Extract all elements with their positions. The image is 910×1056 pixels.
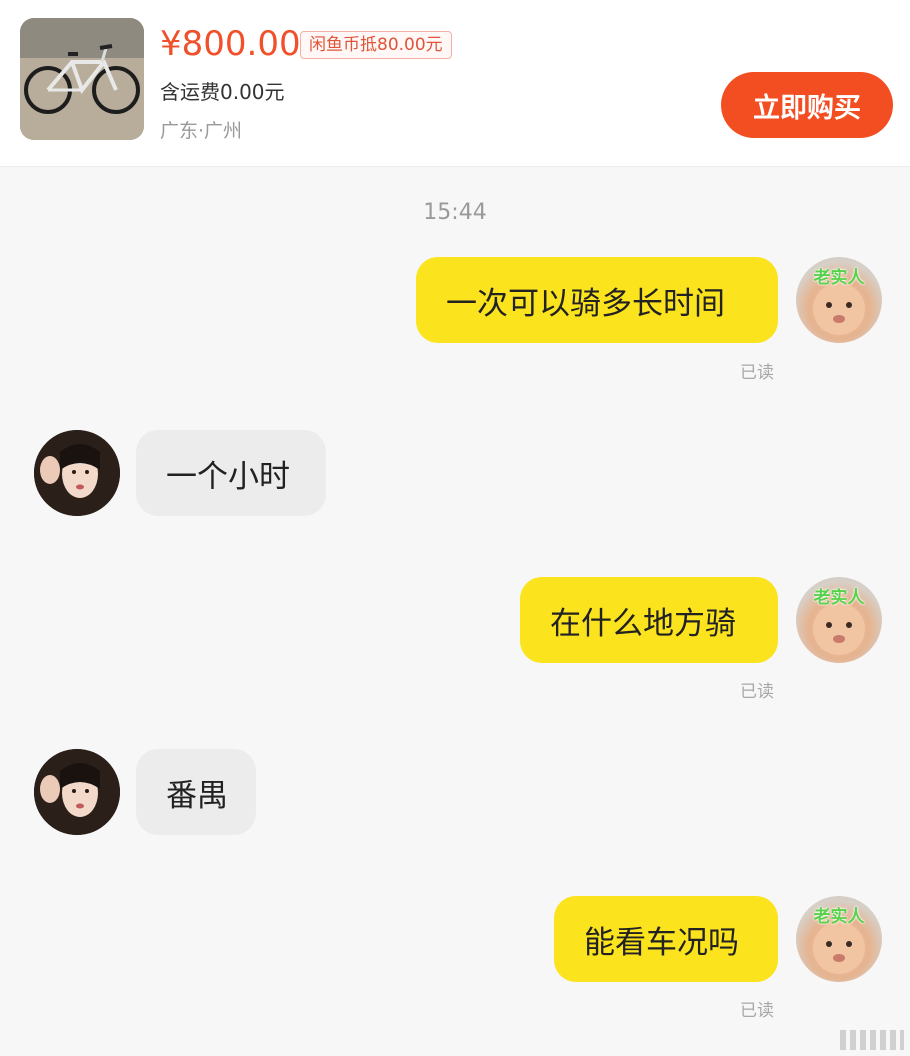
girl-portrait-icon [34, 430, 120, 516]
message-bubble-outgoing[interactable]: 在什么地方骑 [520, 577, 778, 663]
product-header: ¥800.00 闲鱼币抵80.00元 含运费0.00元 广东·广州 立即购买 [0, 0, 910, 167]
product-price: ¥800.00 [160, 24, 301, 64]
buy-now-button[interactable]: 立即购买 [721, 72, 893, 138]
my-avatar[interactable]: 老实人 [796, 577, 882, 663]
seller-avatar[interactable] [34, 430, 120, 516]
product-thumbnail[interactable] [20, 18, 144, 140]
coin-discount-badge: 闲鱼币抵80.00元 [300, 31, 452, 59]
watermark [840, 1030, 904, 1050]
my-avatar[interactable]: 老实人 [796, 896, 882, 982]
read-status: 已读 [740, 682, 774, 702]
message-bubble-outgoing[interactable]: 一次可以骑多长时间 [416, 257, 778, 343]
read-status: 已读 [740, 363, 774, 383]
message-bubble-incoming[interactable]: 一个小时 [136, 430, 326, 516]
girl-portrait-icon [34, 749, 120, 835]
shipping-fee: 含运费0.00元 [160, 80, 285, 104]
product-location: 广东·广州 [160, 120, 243, 142]
avatar-tag: 老实人 [813, 907, 865, 927]
chat-timestamp: 15:44 [423, 200, 487, 225]
message-bubble-outgoing[interactable]: 能看车况吗 [554, 896, 778, 982]
avatar-tag: 老实人 [813, 588, 865, 608]
bicycle-icon [20, 18, 144, 140]
read-status: 已读 [740, 1001, 774, 1021]
my-avatar[interactable]: 老实人 [796, 257, 882, 343]
message-bubble-incoming[interactable]: 番禺 [136, 749, 256, 835]
avatar-tag: 老实人 [813, 268, 865, 288]
seller-avatar[interactable] [34, 749, 120, 835]
